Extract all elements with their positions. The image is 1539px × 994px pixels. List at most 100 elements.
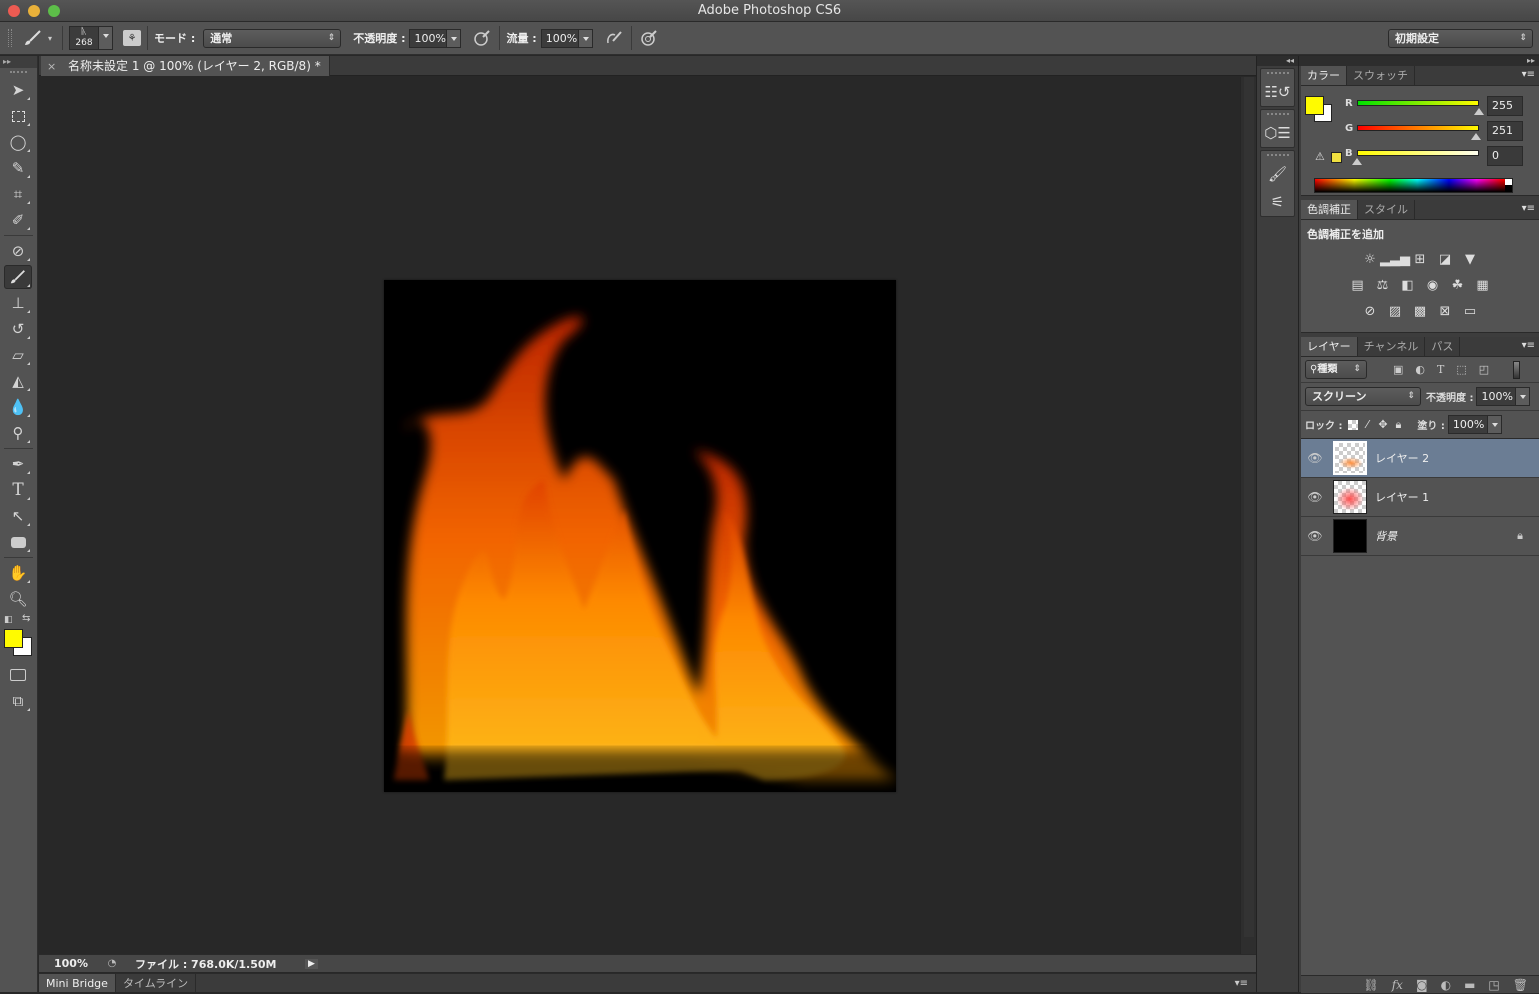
tab-mini-bridge[interactable]: Mini Bridge	[39, 974, 116, 992]
minimize-window-button[interactable]	[28, 5, 40, 17]
canvas-pasteboard[interactable]	[39, 77, 1240, 954]
marquee-tool[interactable]	[4, 104, 32, 128]
blue-slider-thumb[interactable]	[1352, 158, 1362, 165]
curves-icon[interactable]: ⊞	[1412, 251, 1429, 268]
healing-brush-tool[interactable]: ⊘	[4, 239, 32, 263]
pressure-opacity-icon[interactable]	[471, 29, 493, 47]
lock-transparent-pixels-icon[interactable]	[1348, 419, 1359, 430]
bottom-panel-menu-icon[interactable]: ▾≡	[1235, 974, 1256, 992]
quick-selection-tool[interactable]: ✎	[4, 156, 32, 180]
properties-panel-icon[interactable]: ⬡☰	[1261, 119, 1294, 147]
pen-tool[interactable]: ✒	[4, 452, 32, 476]
tab-paths[interactable]: パス	[1425, 337, 1461, 356]
hue-saturation-icon[interactable]: ▤	[1349, 277, 1366, 294]
paint-bucket-tool[interactable]: ◭	[4, 369, 32, 393]
green-value-input[interactable]: 251	[1487, 121, 1523, 141]
status-menu-arrow-icon[interactable]: ▶	[305, 958, 318, 969]
toolbox-collapse-icon[interactable]: ▸▸	[0, 56, 37, 68]
move-tool[interactable]: ➤	[4, 78, 32, 102]
path-selection-tool[interactable]: ↖	[4, 504, 32, 528]
black-white-icon[interactable]: ◧	[1399, 277, 1416, 294]
dock-collapse-icon[interactable]: ◂◂	[1257, 56, 1298, 66]
history-brush-tool[interactable]: ↺	[4, 317, 32, 341]
posterize-icon[interactable]: ▨	[1387, 303, 1404, 320]
screen-mode-button[interactable]: ⧉	[4, 689, 32, 713]
zoom-tool[interactable]: 🔍︎	[4, 587, 32, 611]
brush-tool[interactable]	[4, 265, 32, 289]
status-info-icon[interactable]: ◔	[103, 958, 121, 969]
fill-input[interactable]: 100%	[1447, 415, 1488, 434]
toolbox-grip[interactable]	[10, 71, 27, 74]
exposure-icon[interactable]: ◪	[1437, 251, 1454, 268]
layer-thumbnail[interactable]	[1333, 480, 1367, 514]
color-foreground-swatch[interactable]	[1305, 96, 1324, 115]
layer-name[interactable]: 背景	[1375, 528, 1397, 544]
brush-preset-dropdown[interactable]	[98, 27, 112, 49]
brush-panel-icon[interactable]: ⚟	[1261, 188, 1294, 216]
document-tab[interactable]: × 名称未設定 1 @ 100% (レイヤー 2, RGB/8) *	[41, 56, 330, 76]
vibrance-icon[interactable]: ▼	[1462, 251, 1479, 268]
red-value-input[interactable]: 255	[1487, 96, 1523, 116]
hand-tool[interactable]: ✋	[4, 561, 32, 585]
add-layer-mask-icon[interactable]: ◙	[1416, 978, 1428, 992]
close-document-icon[interactable]: ×	[47, 60, 56, 73]
document-canvas[interactable]	[384, 280, 896, 792]
green-slider[interactable]	[1357, 125, 1479, 131]
airbrush-icon[interactable]	[603, 29, 625, 47]
channel-mixer-icon[interactable]: ☘	[1449, 277, 1466, 294]
blur-tool[interactable]: 💧	[4, 395, 32, 419]
tool-preset-dropdown-icon[interactable]: ▾	[44, 34, 56, 43]
layer-name[interactable]: レイヤー 2	[1375, 450, 1429, 466]
tab-adjustments[interactable]: 色調補正	[1301, 200, 1358, 219]
close-window-button[interactable]	[8, 5, 20, 17]
swap-colors-icon[interactable]: ⇆	[22, 613, 30, 624]
lasso-tool[interactable]: ◯	[4, 130, 32, 154]
pressure-size-icon[interactable]	[638, 29, 660, 47]
filter-adjustment-layers-icon[interactable]: ◐	[1415, 363, 1425, 376]
link-layers-icon[interactable]: ⛓	[1363, 978, 1378, 992]
foreground-color-swatch[interactable]	[4, 629, 23, 648]
flow-input[interactable]: 100%	[540, 28, 579, 48]
opacity-input[interactable]: 100%	[409, 28, 448, 48]
eyedropper-tool[interactable]: ✐	[4, 208, 32, 232]
filter-shape-layers-icon[interactable]: ⬚	[1456, 363, 1466, 376]
fill-dropdown[interactable]	[1487, 415, 1502, 434]
color-lookup-icon[interactable]: ▦	[1474, 277, 1491, 294]
threshold-icon[interactable]: ▩	[1412, 303, 1429, 320]
new-group-icon[interactable]: ▬	[1464, 978, 1475, 992]
brush-preset-picker[interactable]: ᚣ 268	[69, 26, 113, 50]
panel-menu-icon[interactable]: ▾≡	[1522, 340, 1535, 351]
selective-color-icon[interactable]: ⊠	[1437, 303, 1454, 320]
rectangle-tool[interactable]	[4, 530, 32, 554]
layer-opacity-input[interactable]: 100%	[1476, 387, 1517, 406]
layer-opacity-dropdown[interactable]	[1516, 387, 1531, 406]
filter-toggle-switch[interactable]	[1513, 360, 1521, 379]
panel-menu-icon[interactable]: ▾≡	[1522, 203, 1535, 214]
filter-pixel-layers-icon[interactable]: ▣	[1393, 363, 1403, 376]
red-slider[interactable]	[1357, 100, 1479, 106]
color-spectrum-ramp[interactable]	[1314, 178, 1513, 193]
green-slider-thumb[interactable]	[1471, 133, 1481, 140]
delete-layer-icon[interactable]: 🗑︎	[1513, 978, 1528, 992]
gamut-color-swatch[interactable]	[1331, 152, 1342, 163]
brightness-contrast-icon[interactable]: ☼	[1362, 251, 1379, 268]
zoom-level[interactable]: 100%	[39, 957, 103, 970]
panels-collapse-icon[interactable]: ▸▸	[1299, 56, 1539, 66]
scroll-track[interactable]	[1244, 77, 1254, 937]
zoom-window-button[interactable]	[48, 5, 60, 17]
layer-name[interactable]: レイヤー 1	[1375, 489, 1429, 505]
eraser-tool[interactable]: ▱	[4, 343, 32, 367]
blend-mode-select[interactable]: スクリーン	[1305, 387, 1421, 406]
panel-menu-icon[interactable]: ▾≡	[1522, 69, 1535, 80]
default-colors-icon[interactable]: ◧	[4, 615, 13, 625]
lock-image-pixels-icon[interactable]: ⁄	[1366, 418, 1368, 431]
photo-filter-icon[interactable]: ◉	[1424, 277, 1441, 294]
layer-row-layer-2[interactable]: 👁︎ レイヤー 2	[1301, 439, 1539, 478]
tab-styles[interactable]: スタイル	[1358, 200, 1415, 219]
layer-filter-kind-select[interactable]: ⚲種類	[1305, 360, 1367, 379]
crop-tool[interactable]: ⌗	[4, 182, 32, 206]
workspace-select[interactable]: 初期設定	[1388, 28, 1533, 48]
history-panel-icon[interactable]: ☷↺	[1261, 78, 1294, 106]
tab-timeline[interactable]: タイムライン	[116, 974, 197, 992]
tab-layers[interactable]: レイヤー	[1301, 337, 1358, 356]
